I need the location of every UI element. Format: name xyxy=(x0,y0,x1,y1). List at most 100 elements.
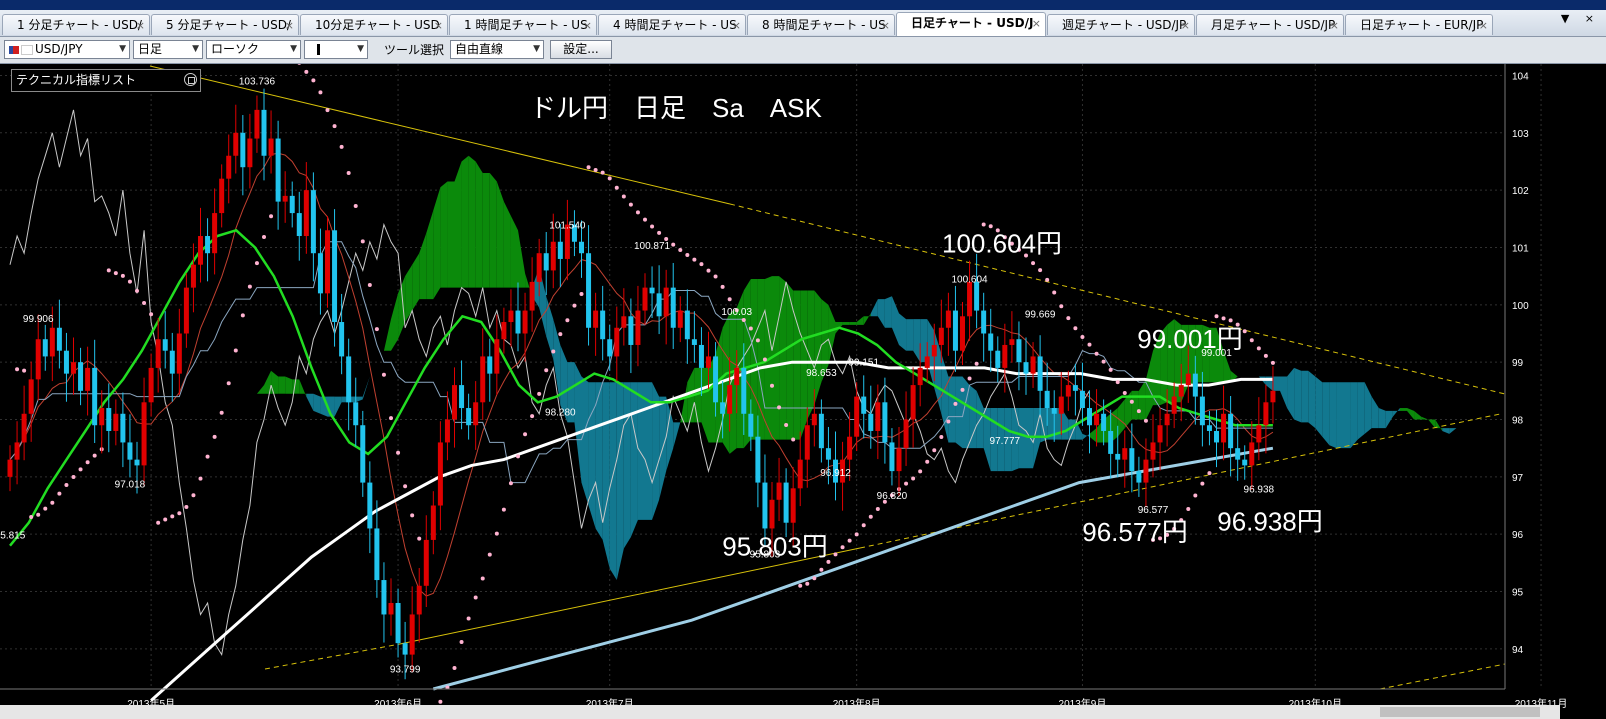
settings-icon[interactable] xyxy=(184,73,197,86)
candle-body xyxy=(1164,413,1170,426)
period-select[interactable]: 日足 ▼ xyxy=(133,40,203,59)
close-tab-icon[interactable]: × xyxy=(583,15,592,35)
y-tick-label: 101 xyxy=(1512,243,1529,254)
candle-body xyxy=(1087,408,1092,426)
candle-body xyxy=(536,253,542,282)
sar-dot xyxy=(269,214,274,219)
tab-list-menu[interactable]: ▼ × xyxy=(1561,12,1600,25)
candle-body xyxy=(889,442,895,472)
tab-1[interactable]: 1 分足チャート - USD/× xyxy=(2,14,150,35)
price-chart[interactable]: 103.736 99.906 97.018 95.815 93.799 101.540 10… xyxy=(0,64,1606,719)
candle-body xyxy=(1171,396,1177,414)
tab-3[interactable]: 10分足チャート - USD × xyxy=(300,14,448,35)
sar-dot xyxy=(1108,367,1113,372)
candle-body xyxy=(1221,413,1227,443)
sar-dot xyxy=(614,185,619,190)
candle-body xyxy=(670,287,676,328)
candle-body xyxy=(296,213,302,237)
sar-dot xyxy=(967,376,972,381)
candle-body xyxy=(78,362,84,391)
cloud-segment xyxy=(630,382,638,538)
close-tab-icon[interactable]: × xyxy=(881,15,890,35)
cloud-segment xyxy=(1308,370,1316,429)
close-tab-icon[interactable]: × xyxy=(1181,15,1190,35)
peak-label: 101.540 xyxy=(549,221,586,232)
candle-body xyxy=(346,356,352,403)
sar-dot xyxy=(64,483,69,488)
cloud-segment xyxy=(468,155,476,288)
tab-9[interactable]: 月足チャート - USD/JP × xyxy=(1196,14,1344,35)
indicator-list-panel[interactable]: テクニカル指標リスト xyxy=(11,69,201,92)
close-tab-icon[interactable]: × xyxy=(285,15,294,35)
candle-body xyxy=(120,413,126,443)
close-tab-icon[interactable]: × xyxy=(1032,13,1041,34)
cloud-segment xyxy=(849,322,857,325)
scrollbar-thumb[interactable] xyxy=(1380,707,1540,717)
sar-dot xyxy=(657,230,662,235)
symbol-select[interactable]: USD/JPY ▼ xyxy=(4,40,130,59)
horizontal-scrollbar[interactable] xyxy=(0,705,1560,719)
close-tab-icon[interactable]: × xyxy=(732,15,741,35)
candle-body xyxy=(960,316,965,351)
tab-6[interactable]: 8 時間足チャート - US × xyxy=(747,14,895,35)
candle-body xyxy=(1263,402,1269,426)
candle-body xyxy=(515,310,521,334)
peak-label: 103.736 xyxy=(239,76,276,87)
sar-dot xyxy=(57,491,62,496)
tab-2[interactable]: 5 分足チャート - USD/× xyxy=(151,14,299,35)
jp-flag-icon xyxy=(21,44,33,55)
sar-dot xyxy=(925,459,930,464)
sar-dot xyxy=(1080,335,1085,340)
candle-body xyxy=(1249,442,1255,466)
candle-body xyxy=(614,327,620,357)
candle-body xyxy=(395,602,401,644)
sar-dot xyxy=(974,361,979,366)
tab-5[interactable]: 4 時間足チャート - US × xyxy=(598,14,746,35)
close-tab-icon[interactable]: × xyxy=(1330,15,1339,35)
sar-dot xyxy=(819,567,824,572)
candle-body xyxy=(240,132,246,168)
tab-10[interactable]: 日足チャート - EUR/JP × xyxy=(1345,14,1493,35)
candle-body xyxy=(254,109,260,139)
candle-style-select[interactable]: ▼ xyxy=(304,40,368,59)
candle-body xyxy=(1228,413,1234,449)
sar-dot xyxy=(78,467,83,472)
candle-body xyxy=(557,241,563,259)
cloud-segment xyxy=(842,322,850,325)
candle-body xyxy=(804,425,810,460)
candle-body xyxy=(444,419,450,443)
tool-select[interactable]: 自由直線 ▼ xyxy=(450,40,544,59)
cloud-segment xyxy=(906,319,914,351)
candle-body xyxy=(1051,408,1057,414)
settings-button[interactable]: 設定... xyxy=(550,40,612,59)
sar-dot xyxy=(621,194,626,199)
tab-8[interactable]: 週足チャート - USD/JP × xyxy=(1047,14,1195,35)
sar-dot xyxy=(911,476,916,481)
y-tick-label: 104 xyxy=(1512,71,1529,82)
sar-dot xyxy=(403,484,408,489)
candle-body xyxy=(381,580,387,615)
peak-label: 98.280 xyxy=(545,407,576,418)
tab-7[interactable]: 日足チャート - USD/J × xyxy=(896,12,1046,36)
close-tab-icon[interactable]: × xyxy=(1479,15,1488,35)
candle-body xyxy=(56,327,62,351)
candle-body xyxy=(1044,390,1050,409)
peak-label: 96.912 xyxy=(820,468,851,479)
candle-body xyxy=(988,333,994,351)
close-tab-icon[interactable]: × xyxy=(434,15,443,35)
tab-4[interactable]: 1 時間足チャート - US × xyxy=(449,14,597,35)
candle-body xyxy=(353,402,359,426)
close-tab-icon[interactable]: × xyxy=(136,15,145,35)
peak-label: 99.669 xyxy=(1025,310,1056,321)
candle-body xyxy=(99,408,105,426)
sar-dot xyxy=(706,268,711,273)
candle-body xyxy=(1037,356,1043,391)
sar-dot xyxy=(939,435,944,440)
sar-dot xyxy=(240,313,245,318)
candle-body xyxy=(85,367,91,391)
sar-dot xyxy=(219,410,224,415)
chart-type-select[interactable]: ローソク ▼ xyxy=(206,40,301,59)
candle-body xyxy=(1136,471,1142,483)
candle-body xyxy=(776,482,782,500)
sar-dot xyxy=(452,665,457,670)
